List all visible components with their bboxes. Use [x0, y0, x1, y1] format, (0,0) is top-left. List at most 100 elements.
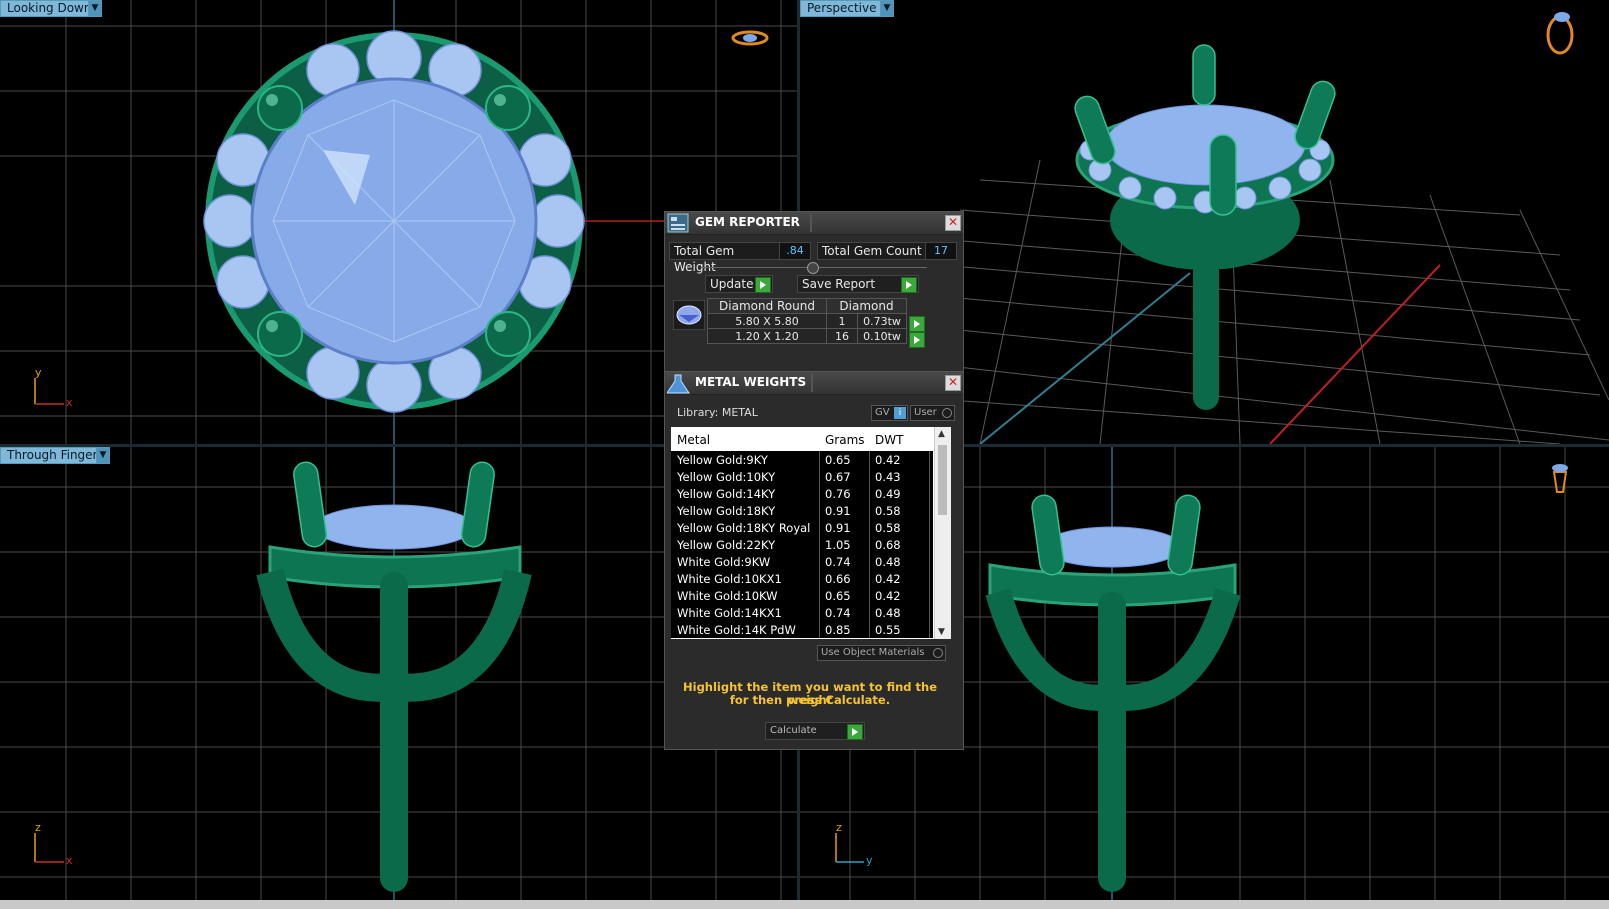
column-separator [929, 587, 930, 604]
use-object-materials-toggle[interactable]: Use Object Materials [817, 645, 946, 661]
table-row[interactable]: White Gold:14K PdW 0.85 0.55 [671, 621, 933, 638]
column-header-grams: Grams [825, 433, 865, 447]
table-row[interactable]: White Gold:10KW 0.65 0.42 [671, 587, 933, 604]
table-row[interactable]: 1.20 X 1.20 16 0.10tw [707, 328, 907, 344]
update-button[interactable]: Update [705, 275, 773, 293]
gem-row-select-button[interactable] [909, 331, 925, 348]
calculate-button-label: Calculate [770, 725, 817, 736]
metal-name: Yellow Gold:18KY Royal [677, 521, 811, 535]
metal-dwt: 0.42 [875, 572, 901, 586]
table-row[interactable]: 5.80 X 5.80 1 0.73tw [707, 313, 907, 329]
column-separator [929, 621, 930, 638]
ring-icon [1552, 464, 1568, 493]
metal-dwt: 0.48 [875, 606, 901, 620]
axis-label-y: y [35, 366, 42, 379]
column-separator [869, 519, 870, 536]
radio-icon [942, 408, 952, 418]
metal-grams: 0.74 [825, 606, 851, 620]
table-row[interactable]: White Gold:10KX1 0.66 0.42 [671, 570, 933, 587]
play-icon [901, 277, 917, 293]
gv-toggle[interactable]: GV i [871, 405, 908, 421]
gem-reporter-titlebar[interactable]: GEM REPORTER ✕ [665, 212, 963, 235]
metal-grams: 0.85 [825, 623, 851, 637]
column-separator [869, 570, 870, 587]
metal-weights-close-button[interactable]: ✕ [945, 375, 961, 391]
table-row[interactable]: Yellow Gold:18KY 0.91 0.58 [671, 502, 933, 519]
save-report-button-label: Save Report [802, 277, 876, 291]
radio-icon [933, 648, 943, 658]
column-separator [929, 604, 930, 621]
scroll-down-icon[interactable]: ▼ [938, 627, 945, 637]
chevron-down-icon[interactable]: ▼ [96, 447, 110, 464]
chevron-down-icon[interactable]: ▼ [880, 0, 894, 17]
column-header-metal: Metal [677, 433, 711, 447]
metal-grams: 0.76 [825, 487, 851, 501]
table-row[interactable]: Yellow Gold:10KY 0.67 0.43 [671, 468, 933, 485]
axis-label-z: z [836, 821, 842, 834]
gem-reporter-close-button[interactable]: ✕ [945, 215, 961, 231]
gem-weight: 0.73tw [857, 313, 907, 329]
metal-name: White Gold:9KW [677, 555, 771, 569]
metal-name: White Gold:10KW [677, 589, 778, 603]
metal-name: Yellow Gold:22KY [677, 538, 776, 552]
metal-name: Yellow Gold:14KY [677, 487, 776, 501]
metal-table[interactable]: Metal Grams DWT Yellow Gold:9KY 0.65 0.42 Y… [671, 427, 951, 639]
table-row[interactable]: Yellow Gold:14KY 0.76 0.49 [671, 485, 933, 502]
column-separator [819, 502, 820, 519]
column-separator [929, 536, 930, 553]
gem-table: Diamond Round Diamond 5.80 X 5.80 1 0.73… [707, 298, 907, 344]
user-toggle[interactable]: User [910, 405, 955, 421]
metal-weights-title: METAL WEIGHTS [695, 375, 807, 389]
metal-table-scrollbar[interactable]: ▲ ▼ [934, 427, 951, 639]
table-row[interactable]: Yellow Gold:18KY Royal 0.91 0.58 [671, 519, 933, 536]
metal-dwt: 0.42 [875, 589, 901, 603]
save-report-button[interactable]: Save Report [797, 275, 919, 293]
scroll-up-icon[interactable]: ▲ [938, 429, 945, 439]
column-separator [869, 587, 870, 604]
gem-row-select-button[interactable] [909, 315, 925, 332]
metal-name: White Gold:10KX1 [677, 572, 782, 586]
column-separator [929, 519, 930, 536]
use-object-materials-label: Use Object Materials [821, 647, 925, 658]
metal-dwt: 0.58 [875, 521, 901, 535]
column-separator [929, 553, 930, 570]
total-gem-count-label: Total Gem Count [817, 242, 927, 260]
gem-size: 5.80 X 5.80 [707, 313, 827, 329]
library-label: Library: METAL [677, 406, 758, 419]
flask-icon [667, 374, 690, 394]
instruction-line-2: for then press Calculate. [729, 693, 891, 707]
metal-grams: 0.66 [825, 572, 851, 586]
table-row[interactable]: Yellow Gold:22KY 1.05 0.68 [671, 536, 933, 553]
table-row[interactable]: Yellow Gold:9KY 0.65 0.42 [671, 451, 933, 468]
metal-grams: 0.65 [825, 589, 851, 603]
column-separator [819, 621, 820, 638]
metal-grams: 0.74 [825, 555, 851, 569]
play-icon [909, 316, 925, 332]
gem-reporter-title: GEM REPORTER [695, 215, 800, 229]
axis-label-y: y [866, 854, 873, 867]
column-separator [929, 570, 930, 587]
scroll-thumb[interactable] [938, 445, 947, 515]
column-separator [819, 587, 820, 604]
chevron-down-icon[interactable]: ▼ [88, 0, 102, 17]
column-separator [929, 468, 930, 485]
metal-grams: 0.91 [825, 521, 851, 535]
play-icon [755, 277, 771, 293]
viewport-label-looking-down[interactable]: Looking Down [0, 0, 102, 17]
metal-weights-titlebar[interactable]: METAL WEIGHTS ✕ [665, 372, 963, 395]
play-icon [847, 724, 863, 740]
calculate-button[interactable]: Calculate [765, 722, 865, 740]
total-gem-weight-label: Total Gem Weight [669, 242, 783, 274]
table-row[interactable]: White Gold:14KX1 0.74 0.48 [671, 604, 933, 621]
gv-toggle-label: GV [875, 407, 890, 418]
viewport-label-through-finger[interactable]: Through Finger [0, 447, 106, 464]
metal-dwt: 0.49 [875, 487, 901, 501]
gem-size: 1.20 X 1.20 [707, 328, 827, 344]
column-separator [819, 451, 820, 468]
metal-grams: 0.91 [825, 504, 851, 518]
metal-grams: 0.67 [825, 470, 851, 484]
splitter-knob-icon[interactable] [807, 262, 819, 274]
status-strip [0, 900, 1609, 909]
column-separator [819, 604, 820, 621]
table-row[interactable]: White Gold:9KW 0.74 0.48 [671, 553, 933, 570]
